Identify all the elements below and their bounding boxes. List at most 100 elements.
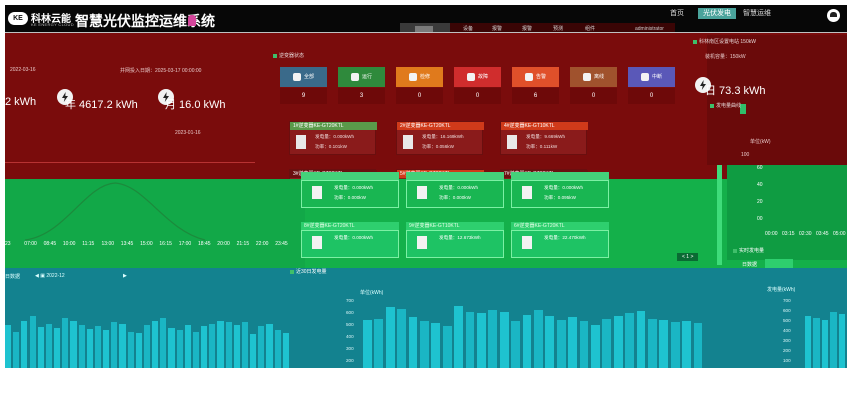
bar[interactable] <box>522 314 532 368</box>
bar[interactable] <box>821 320 829 368</box>
nav-device[interactable]: 设备 <box>463 25 473 32</box>
bar[interactable] <box>233 325 240 368</box>
bar[interactable] <box>86 329 93 368</box>
bar[interactable] <box>13 332 20 368</box>
bar[interactable] <box>579 321 589 368</box>
bar[interactable] <box>488 310 498 368</box>
status-card[interactable]: 故障 0 <box>454 67 501 107</box>
bar[interactable] <box>78 325 85 368</box>
bar[interactable] <box>143 325 151 368</box>
bar[interactable] <box>499 312 509 368</box>
bar[interactable] <box>693 323 703 368</box>
bar[interactable] <box>127 332 134 368</box>
bar[interactable] <box>111 322 118 368</box>
bar[interactable] <box>241 322 249 368</box>
scroll-bar[interactable] <box>717 165 722 265</box>
bar[interactable] <box>266 324 273 368</box>
inverter-card[interactable]: 9#逆变器KE-GT10KTL 发电量：12.673kWh <box>406 222 504 258</box>
pager[interactable]: < 1 > <box>677 253 699 261</box>
bar[interactable] <box>217 321 224 368</box>
status-card[interactable]: 全部 9 <box>280 67 327 107</box>
bar[interactable] <box>94 326 102 368</box>
next-month-button[interactable]: ▶ <box>123 273 127 279</box>
bar[interactable] <box>282 333 289 368</box>
bar[interactable] <box>682 321 692 368</box>
bar[interactable] <box>103 330 110 368</box>
inverter-card[interactable]: 8#逆变器KE-GT20KTL 发电量：0.000kWh <box>301 222 399 258</box>
inverter-card[interactable]: 2#逆变器KE-GT20KTL 发电量：16.169kWh 功率：0.056kW <box>396 121 484 155</box>
bar[interactable] <box>648 318 657 368</box>
bar[interactable] <box>636 311 646 368</box>
bar[interactable] <box>442 325 452 368</box>
calendar-date[interactable]: 2023-01-16 <box>175 130 201 136</box>
bar[interactable] <box>258 326 265 368</box>
bar[interactable] <box>62 318 69 368</box>
bar[interactable] <box>813 318 820 368</box>
bar[interactable] <box>250 334 257 368</box>
bar[interactable] <box>408 316 418 368</box>
bar[interactable] <box>534 310 543 368</box>
bar[interactable] <box>160 318 167 368</box>
bar[interactable] <box>397 308 407 368</box>
bar[interactable] <box>363 320 372 368</box>
bar[interactable] <box>37 327 44 368</box>
bar[interactable] <box>556 320 566 368</box>
bar[interactable] <box>625 313 635 368</box>
bar[interactable] <box>274 330 281 368</box>
bar[interactable] <box>568 316 578 368</box>
bar[interactable] <box>176 330 183 368</box>
bar[interactable] <box>29 316 36 368</box>
bar[interactable] <box>201 326 208 368</box>
bar[interactable] <box>54 328 61 368</box>
status-card[interactable]: 检修 0 <box>396 67 443 107</box>
inverter-card[interactable]: 发电量：0.000kWh 功率：0.095kW <box>511 172 609 208</box>
inverter-card[interactable]: 发电量：0.000kWh 功率：0.000kW <box>301 172 399 208</box>
bar[interactable] <box>152 321 159 368</box>
nav-component[interactable]: 组件 <box>585 25 595 32</box>
bar[interactable] <box>119 324 126 368</box>
bar[interactable] <box>374 318 384 368</box>
status-card[interactable]: 告警 6 <box>512 67 559 107</box>
bar[interactable] <box>135 333 142 368</box>
bar[interactable] <box>454 305 464 368</box>
bar[interactable] <box>613 315 623 368</box>
nav-alarm[interactable]: 报警 <box>492 25 502 32</box>
bar[interactable] <box>591 324 600 368</box>
day-data-label[interactable]: 日数据 <box>742 261 757 268</box>
inverter-card[interactable]: 4#逆变器KE-GT10KTL 发电量：9.669kWh 功率：0.111kW <box>500 121 588 155</box>
bar[interactable] <box>70 321 77 368</box>
bar[interactable] <box>5 325 12 368</box>
toggle-button[interactable] <box>765 259 793 268</box>
bar[interactable] <box>659 320 669 368</box>
nav-report[interactable]: 报警 <box>522 25 532 32</box>
bar[interactable] <box>184 325 191 368</box>
tab-home[interactable]: 首页 <box>665 8 689 19</box>
month-picker[interactable]: ◀ ▣ 2022-12 <box>35 273 65 279</box>
bar[interactable] <box>602 318 612 368</box>
bar[interactable] <box>838 313 845 368</box>
tab-smart-om[interactable]: 智慧运维 <box>738 8 776 19</box>
bar[interactable] <box>45 324 52 368</box>
bar[interactable] <box>805 315 812 368</box>
bar[interactable] <box>830 311 837 368</box>
day-data-tab[interactable]: 日数据 <box>5 273 20 280</box>
avatar[interactable] <box>827 9 840 22</box>
tab-pv-generation[interactable]: 光伏发电 <box>698 8 736 19</box>
inverter-card[interactable]: 6#逆变器KE-GT20KTL 发电量：22.470kWh <box>511 222 609 258</box>
bar[interactable] <box>21 321 28 368</box>
bar[interactable] <box>385 306 395 368</box>
bar[interactable] <box>511 321 521 368</box>
inverter-card[interactable]: 发电量：0.000kWh 功率：0.000kW <box>406 172 504 208</box>
bar[interactable] <box>431 323 441 368</box>
bar[interactable] <box>168 328 175 368</box>
bar[interactable] <box>192 332 200 368</box>
bar[interactable] <box>477 313 486 368</box>
status-card[interactable]: 离线 0 <box>570 67 617 107</box>
bar[interactable] <box>420 321 429 368</box>
bar[interactable] <box>209 324 216 368</box>
status-card[interactable]: 运行 3 <box>338 67 385 107</box>
inverter-card[interactable]: 1#逆变器KE-GT20KTL 发电量：0.000kWh 功率：0.101kW <box>289 121 377 155</box>
bar[interactable] <box>465 312 475 368</box>
bar[interactable] <box>670 322 680 368</box>
bar[interactable] <box>545 315 555 368</box>
